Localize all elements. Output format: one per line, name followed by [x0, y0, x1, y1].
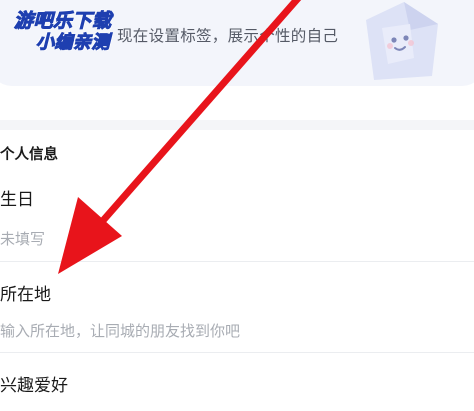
location-placeholder: 输入所在地，让同城的朋友找到你吧	[0, 322, 241, 340]
tag-promo-text: 现在设置标签，展示个性的自己	[117, 27, 339, 45]
location-label: 所在地	[0, 285, 51, 305]
hobbies-field[interactable]: 兴趣爱好	[0, 353, 474, 411]
profile-edit-page: 现在设置标签，展示个性的自己 游吧乐下载 小编亲测 个人信息 生日 未填写 所在…	[0, 0, 474, 411]
hobbies-label: 兴趣爱好	[0, 376, 68, 396]
birthday-field[interactable]: 生日 未填写	[0, 176, 474, 260]
watermark-line-2: 小编亲测	[36, 32, 111, 54]
birthday-value: 未填写	[0, 230, 46, 248]
section-gap	[0, 120, 474, 130]
site-watermark: 游吧乐下载 小编亲测	[14, 10, 146, 66]
birthday-label: 生日	[0, 190, 34, 210]
mascot-illustration-icon	[366, 2, 438, 80]
personal-info-title: 个人信息	[0, 147, 58, 163]
watermark-line-1: 游吧乐下载	[14, 10, 112, 33]
location-field[interactable]: 所在地 输入所在地，让同城的朋友找到你吧	[0, 262, 474, 352]
